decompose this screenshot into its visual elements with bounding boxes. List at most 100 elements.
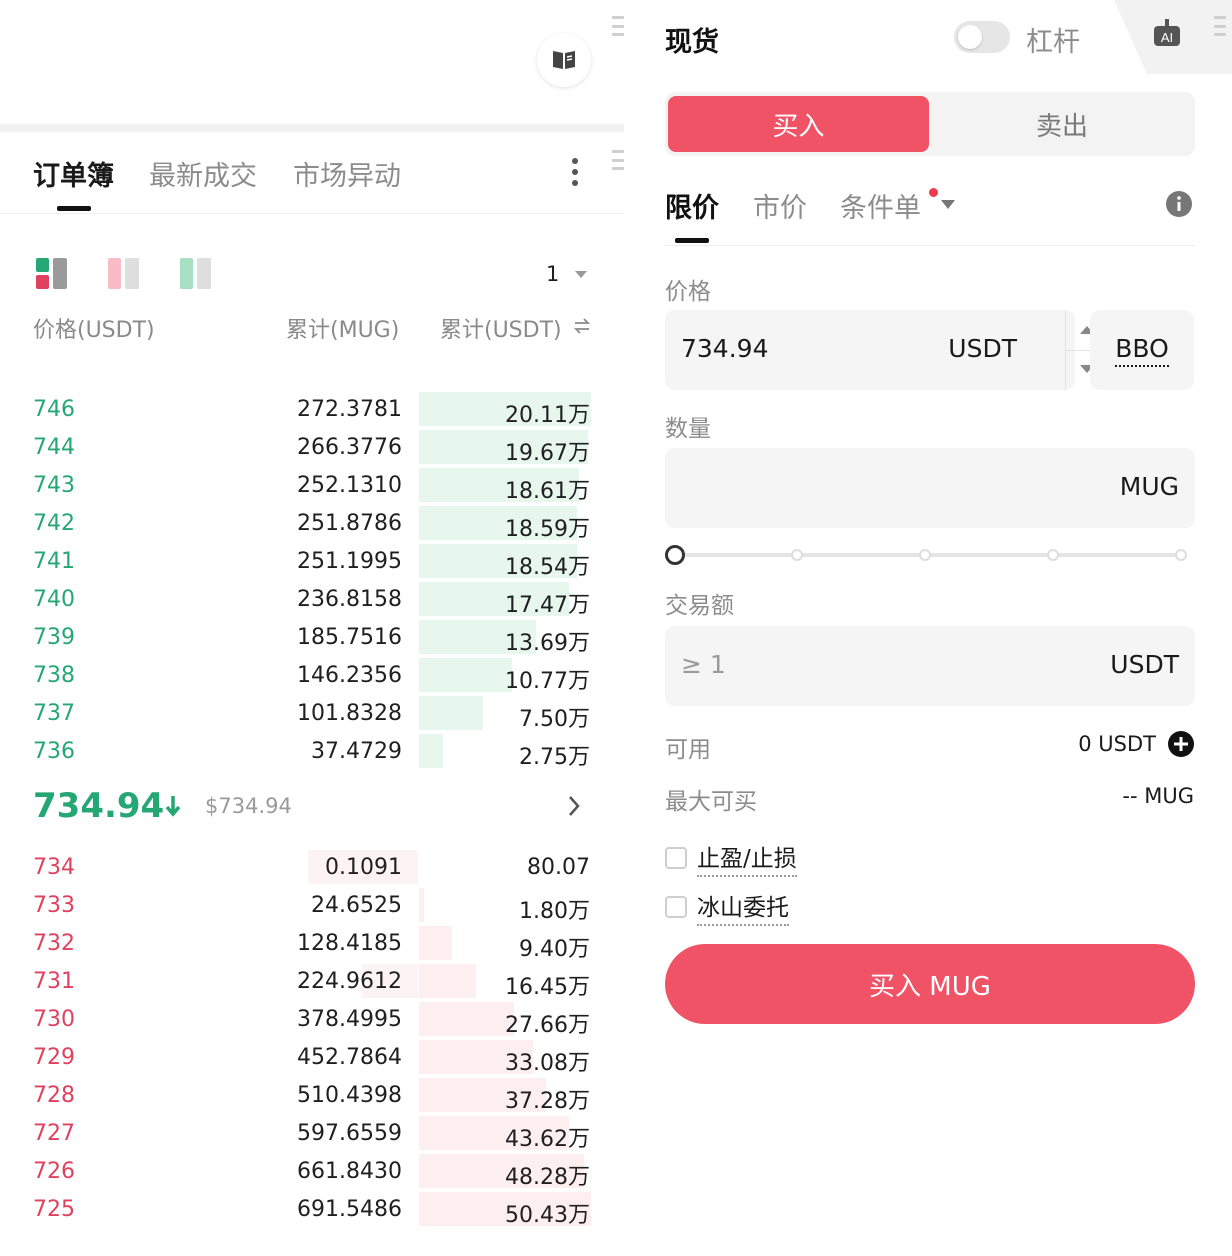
amount-input[interactable]: ≥ 1 USDT (665, 626, 1195, 706)
price-cell: 731 (33, 969, 75, 994)
ask-row[interactable]: 727 597.6559 43.62万 (0, 1114, 624, 1152)
cum-quote-cell: 9.40万 (519, 937, 590, 962)
plus-icon[interactable] (1168, 731, 1194, 757)
tpsl-checkbox[interactable] (665, 847, 687, 869)
ask-row[interactable]: 732 128.4185 9.40万 (0, 924, 624, 962)
slider-tick-75[interactable] (1047, 549, 1059, 561)
drag-handle-icon[interactable] (612, 16, 624, 36)
tab-latest-trades[interactable]: 最新成交 (149, 154, 257, 193)
bid-row[interactable]: 742 251.8786 18.59万 (0, 504, 624, 542)
ask-row[interactable]: 725 691.5486 50.43万 (0, 1190, 624, 1228)
bid-row[interactable]: 736 37.4729 2.75万 (0, 732, 624, 770)
price-cell: 746 (33, 397, 75, 422)
chevron-right-icon[interactable] (566, 794, 582, 818)
bid-row[interactable]: 746 272.3781 20.11万 (0, 390, 624, 428)
chevron-down-icon[interactable] (941, 200, 955, 209)
ask-row[interactable]: 728 510.4398 37.28万 (0, 1076, 624, 1114)
info-icon[interactable] (1165, 190, 1193, 218)
qty-slider[interactable] (665, 544, 1195, 566)
view-bids-icon[interactable] (180, 258, 214, 290)
trade-panel: 现货 杠杆 AI 买入 卖出 限价 市价 条件单 价格 734.94 USDT (632, 0, 1232, 1256)
tpsl-label: 止盈/止损 (697, 839, 797, 877)
slider-knob[interactable] (665, 545, 685, 565)
orderbook-tabs: 订单簿 最新成交 市场异动 (0, 132, 624, 214)
precision-value: 1 (546, 262, 560, 286)
ask-row[interactable]: 730 378.4995 27.66万 (0, 1000, 624, 1038)
iceberg-checkbox[interactable] (665, 896, 687, 918)
cum-quote-cell: 18.54万 (505, 555, 590, 580)
buy-submit-button[interactable]: 买入 MUG (665, 944, 1195, 1024)
qty-input[interactable]: MUG (665, 448, 1195, 528)
tab-market-movers[interactable]: 市场异动 (293, 154, 401, 193)
cum-quote-cell: 50.43万 (505, 1203, 590, 1228)
tab-conditional[interactable]: 条件单 (840, 186, 921, 225)
available-value: 0 USDT (1078, 732, 1156, 756)
price-label: 价格 (665, 279, 711, 305)
cum-quote-cell: 18.61万 (505, 479, 590, 504)
cum-base-cell: 251.1995 (297, 549, 402, 574)
last-price-row[interactable]: 734.94 $734.94 (0, 782, 624, 834)
depth-bar (419, 658, 512, 692)
depth-bar (419, 926, 452, 960)
cum-quote-cell: 43.62万 (505, 1127, 590, 1152)
sell-tab[interactable]: 卖出 (931, 96, 1193, 152)
book-icon (553, 51, 575, 69)
precision-select[interactable]: 1 (546, 262, 588, 286)
cum-base-cell: 0.1091 (325, 855, 402, 880)
bid-row[interactable]: 743 252.1310 18.61万 (0, 466, 624, 504)
price-cell: 738 (33, 663, 75, 688)
ask-row[interactable]: 726 661.8430 48.28万 (0, 1152, 624, 1190)
active-tab-indicator (675, 238, 709, 243)
cum-quote-cell: 17.47万 (505, 593, 590, 618)
swap-icon[interactable] (574, 318, 590, 334)
tab-market[interactable]: 市价 (753, 186, 807, 225)
price-cell: 727 (33, 1121, 75, 1146)
spot-tab[interactable]: 现货 (665, 20, 719, 59)
drag-handle-icon[interactable] (1214, 16, 1226, 36)
buy-tab[interactable]: 买入 (668, 96, 929, 152)
cum-quote-cell: 1.80万 (519, 899, 590, 924)
kebab-menu-icon[interactable] (571, 158, 579, 186)
view-asks-icon[interactable] (108, 258, 142, 290)
bid-row[interactable]: 741 251.1995 18.54万 (0, 542, 624, 580)
leverage-toggle[interactable] (954, 21, 1010, 53)
price-cell: 728 (33, 1083, 75, 1108)
qty-label: 数量 (665, 416, 711, 442)
iceberg-option[interactable]: 冰山委托 (665, 888, 789, 926)
price-cell: 740 (33, 587, 75, 612)
tab-orderbook[interactable]: 订单簿 (33, 154, 114, 193)
slider-tick-50[interactable] (919, 549, 931, 561)
ask-row[interactable]: 734 0.1091 80.07 (0, 848, 624, 886)
last-price: 734.94 (33, 786, 165, 826)
tpsl-option[interactable]: 止盈/止损 (665, 839, 797, 877)
ask-row[interactable]: 731 224.9612 16.45万 (0, 962, 624, 1000)
bid-row[interactable]: 740 236.8158 17.47万 (0, 580, 624, 618)
cum-quote-cell: 48.28万 (505, 1165, 590, 1190)
ask-row[interactable]: 733 24.6525 1.80万 (0, 886, 624, 924)
bbo-label: BBO (1115, 334, 1169, 367)
depth-bar (419, 696, 483, 730)
bid-row[interactable]: 737 101.8328 7.50万 (0, 694, 624, 732)
bbo-button[interactable]: BBO (1090, 310, 1194, 390)
header-cum-quote: 累计(USDT) (440, 318, 562, 343)
tab-limit[interactable]: 限价 (665, 186, 719, 225)
qty-unit: MUG (1119, 472, 1179, 501)
ask-row[interactable]: 729 452.7864 33.08万 (0, 1038, 624, 1076)
slider-tick-25[interactable] (791, 549, 803, 561)
book-icon-button[interactable] (537, 33, 591, 87)
max-buy-row: -- MUG (1122, 784, 1194, 808)
price-input[interactable]: 734.94 USDT (665, 310, 1108, 390)
cum-base-cell: 24.6525 (311, 893, 402, 918)
view-both-icon[interactable] (36, 258, 70, 290)
cum-base-cell: 251.8786 (297, 511, 402, 536)
bid-row[interactable]: 738 146.2356 10.77万 (0, 656, 624, 694)
cum-base-cell: 101.8328 (297, 701, 402, 726)
order-type-tabs: 限价 市价 条件单 (665, 184, 1195, 246)
slider-tick-100[interactable] (1175, 549, 1187, 561)
cum-base-cell: 252.1310 (297, 473, 402, 498)
robot-icon[interactable]: AI (1150, 16, 1184, 50)
cum-quote-cell: 19.67万 (505, 441, 590, 466)
bid-row[interactable]: 744 266.3776 19.67万 (0, 428, 624, 466)
bid-row[interactable]: 739 185.7516 13.69万 (0, 618, 624, 656)
notification-dot (929, 188, 938, 197)
